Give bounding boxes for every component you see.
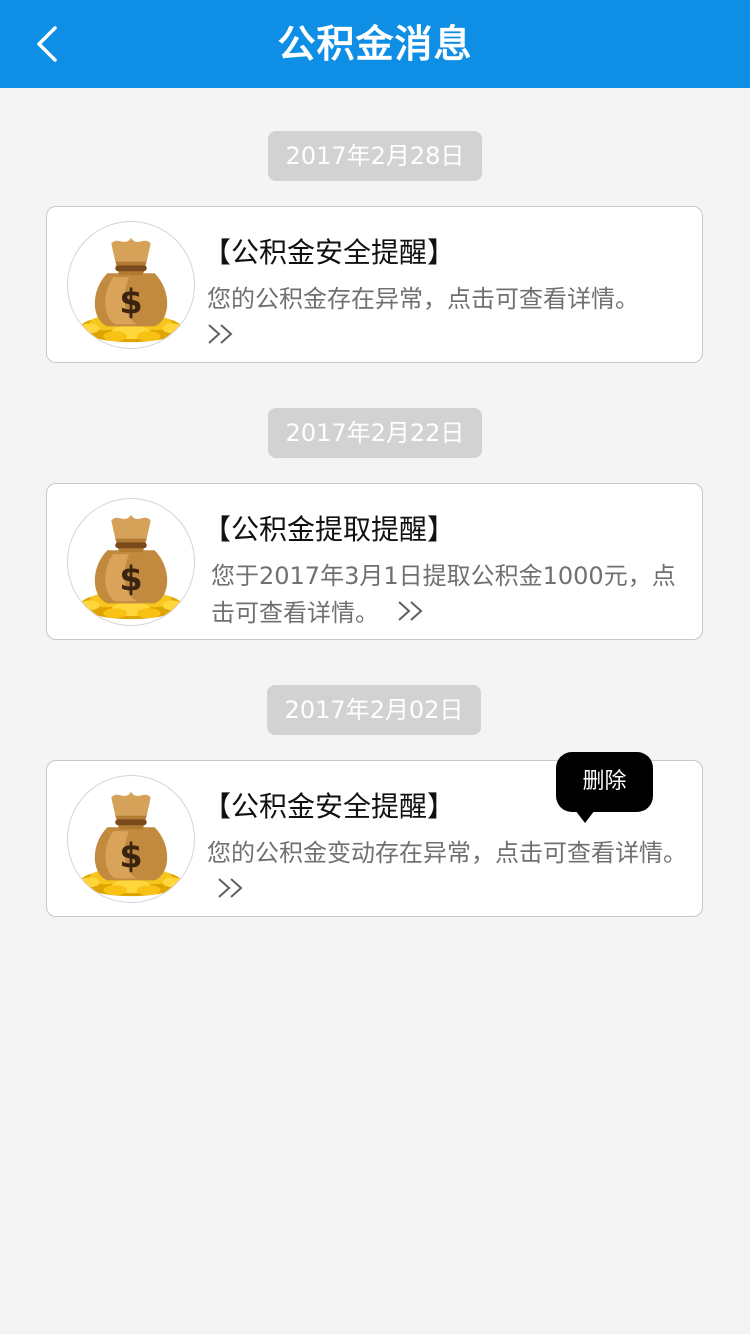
app-header: 公积金消息 <box>0 0 750 88</box>
message-description: 您的公积金变动存在异常，点击可查看详情。 <box>207 835 689 910</box>
double-chevron-right-icon[interactable] <box>217 873 245 910</box>
money-bag-icon <box>67 775 195 903</box>
double-chevron-right-icon[interactable] <box>397 596 425 633</box>
message-title: 【公积金安全提醒】 <box>203 236 456 269</box>
message-title: 【公积金安全提醒】 <box>203 790 456 823</box>
message-date-badge: 2017年2月02日 <box>267 685 481 735</box>
money-bag-icon <box>67 221 195 349</box>
message-date-badge: 2017年2月28日 <box>268 131 482 181</box>
message-date-badge: 2017年2月22日 <box>268 408 482 458</box>
message-card[interactable]: 【公积金提取提醒】 您于2017年3月1日提取公积金1000元，点击可查看详情。 <box>46 483 703 640</box>
delete-button[interactable]: 删除 <box>556 752 653 812</box>
message-card[interactable]: 【公积金安全提醒】 您的公积金存在异常，点击可查看详情。 <box>46 206 703 363</box>
money-bag-icon <box>67 498 195 626</box>
page-title: 公积金消息 <box>277 22 473 66</box>
message-text: 您的公积金变动存在异常，点击可查看详情。 <box>207 839 687 867</box>
message-text: 您于2017年3月1日提取公积金1000元，点击可查看详情。 <box>211 562 676 627</box>
message-title: 【公积金提取提醒】 <box>203 513 456 546</box>
message-text: 您的公积金存在异常，点击可查看详情。 <box>207 285 639 313</box>
double-chevron-right-icon[interactable] <box>207 319 235 356</box>
message-description: 您的公积金存在异常，点击可查看详情。 <box>207 281 689 356</box>
message-description: 您于2017年3月1日提取公积金1000元，点击可查看详情。 <box>211 558 693 633</box>
tooltip-tail <box>575 810 595 823</box>
